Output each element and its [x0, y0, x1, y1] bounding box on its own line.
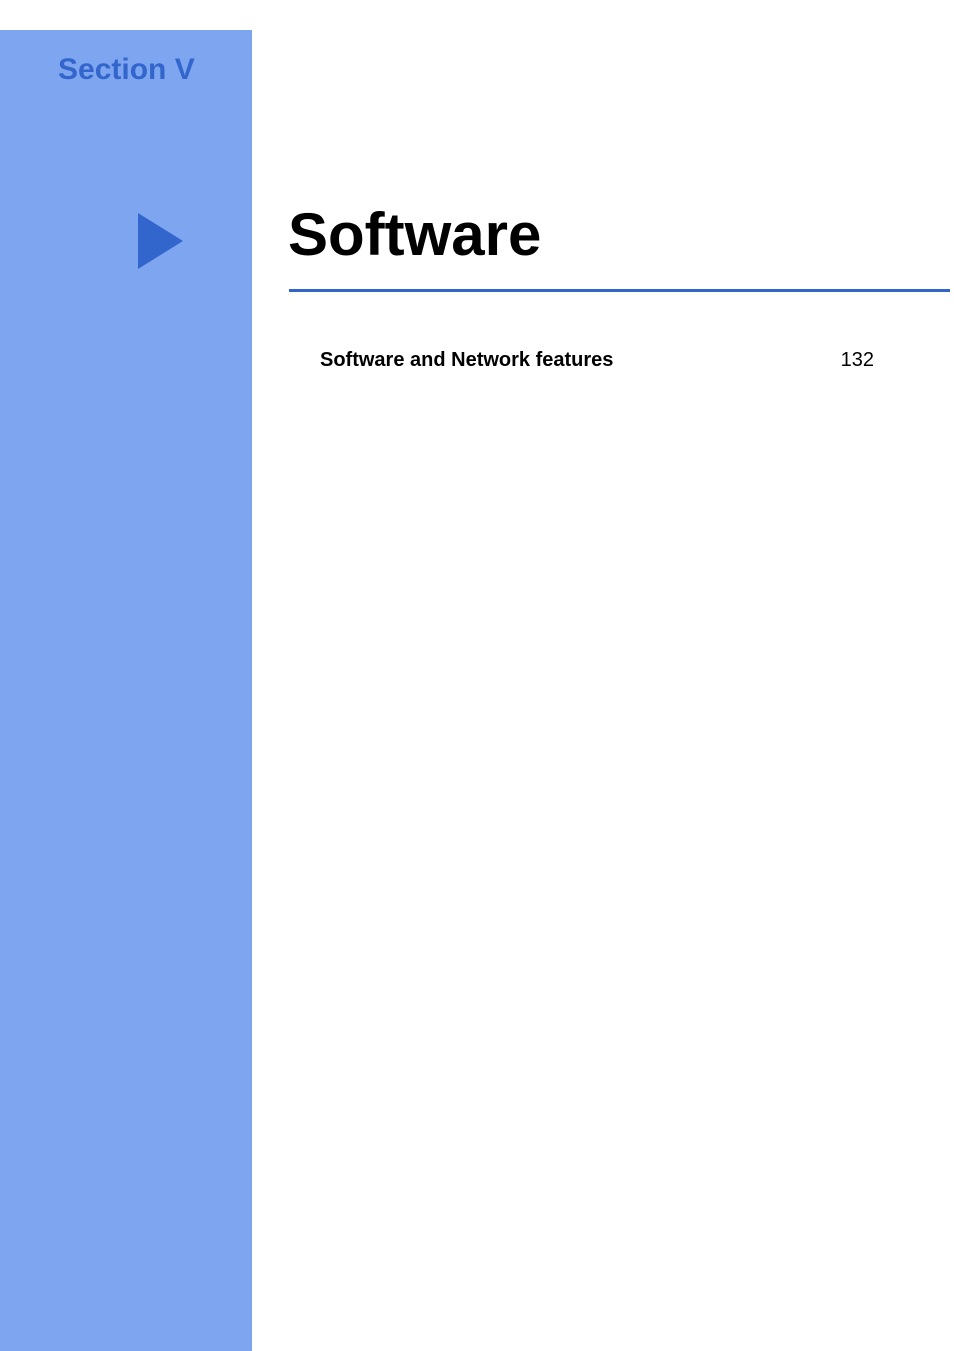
sidebar-accent-bar: [0, 30, 252, 1351]
triangle-right-icon: [138, 213, 183, 269]
toc-entry: Software and Network features 132: [320, 349, 874, 372]
title-underline: [289, 289, 950, 292]
page-title: Software: [288, 200, 541, 269]
section-label: Section V: [58, 53, 195, 87]
toc-entry-page: 132: [841, 349, 874, 372]
toc-entry-title: Software and Network features: [320, 349, 613, 372]
